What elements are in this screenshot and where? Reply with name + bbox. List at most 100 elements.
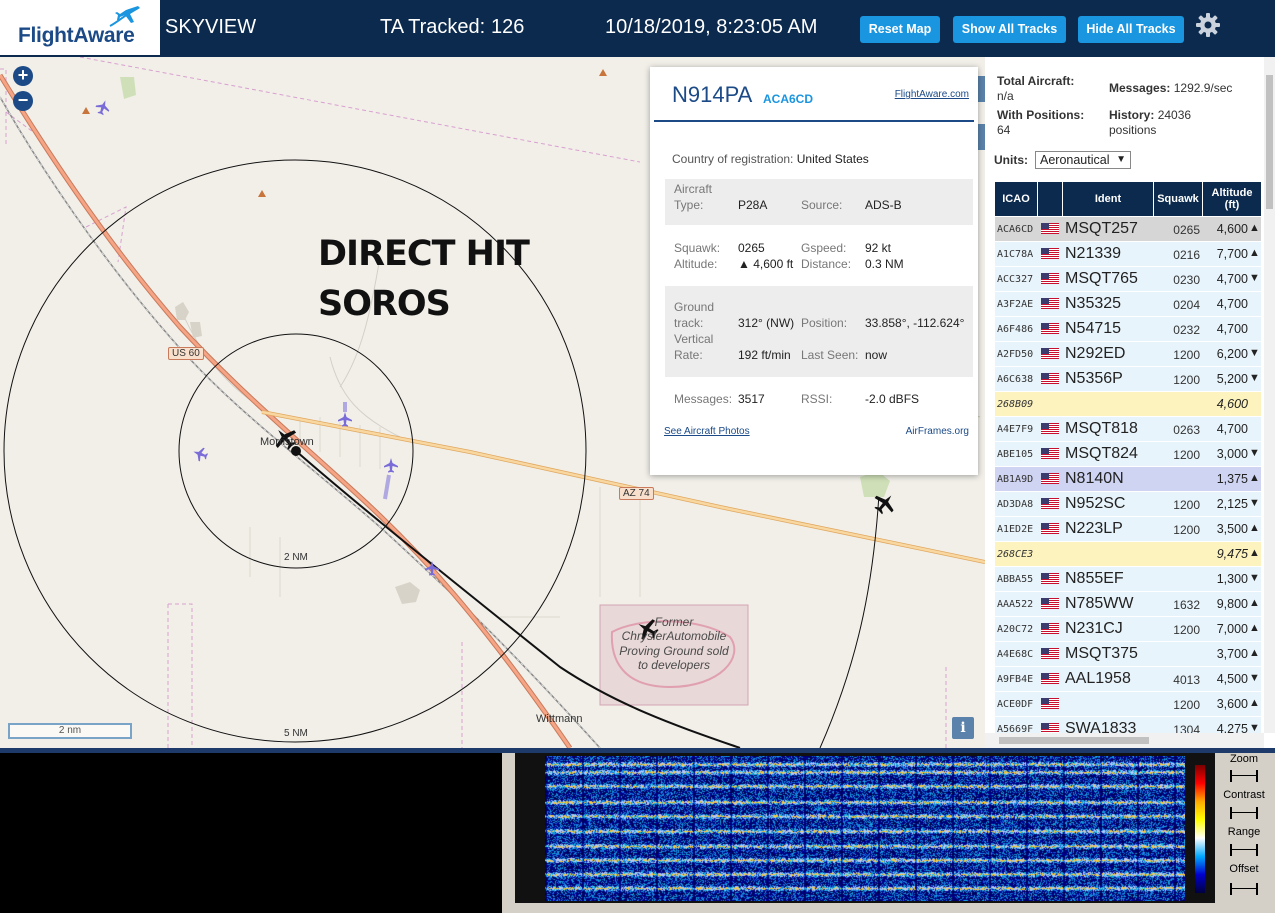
total-aircraft-stat: Total Aircraft: n/a bbox=[997, 74, 1074, 104]
col-ident[interactable]: Ident bbox=[1063, 182, 1153, 216]
zoom-in-button[interactable]: + bbox=[13, 66, 33, 86]
zoom-slider[interactable] bbox=[1230, 770, 1258, 782]
table-row[interactable]: A20C72 N231CJ 1200 7,000 ▲ bbox=[995, 617, 1261, 642]
col-flag[interactable] bbox=[1038, 182, 1062, 216]
waterfall-display[interactable] bbox=[545, 756, 1185, 901]
source-label: Source: bbox=[801, 198, 843, 212]
table-row[interactable]: ACE0DF 1200 3,600 ▲ bbox=[995, 692, 1261, 717]
vertical-rate-label: Vertical Rate: bbox=[674, 332, 714, 362]
vertical-scrollbar[interactable] bbox=[1264, 57, 1275, 733]
table-row[interactable]: A2FD50 N292ED 1200 6,200 ▼ bbox=[995, 342, 1261, 367]
horizontal-scrollbar[interactable] bbox=[985, 733, 1264, 748]
gear-icon[interactable] bbox=[1195, 12, 1221, 38]
row-icao: A6F486 bbox=[997, 324, 1034, 335]
table-row[interactable]: ACA6CD MSQT257 0265 4,600 ▲ bbox=[995, 217, 1261, 242]
reset-map-button[interactable]: Reset Map bbox=[860, 16, 940, 43]
row-icao: A6C638 bbox=[997, 374, 1034, 385]
scrollbar-thumb[interactable] bbox=[1266, 75, 1273, 209]
dropdown-arrow-icon: ▼ bbox=[1116, 154, 1126, 165]
col-squawk[interactable]: Squawk bbox=[1154, 182, 1202, 216]
row-icao: A4E7F9 bbox=[997, 424, 1034, 435]
country-value: United States bbox=[796, 152, 869, 166]
messages-label: Messages: bbox=[674, 392, 733, 406]
units-select[interactable]: Aeronautical ▼ bbox=[1035, 151, 1131, 169]
collapse-handle[interactable] bbox=[978, 76, 985, 102]
collapse-handle[interactable] bbox=[978, 124, 985, 150]
col-icao[interactable]: ICAO bbox=[995, 182, 1037, 216]
zoom-out-button[interactable]: − bbox=[13, 91, 33, 111]
table-row[interactable]: A3F2AE N35325 0204 4,700 bbox=[995, 292, 1261, 317]
offset-slider[interactable] bbox=[1230, 883, 1258, 895]
us-flag-icon bbox=[1041, 498, 1059, 509]
current-datetime: 10/18/2019, 8:23:05 AM bbox=[605, 16, 818, 38]
altitude-trend-icon: ▼ bbox=[1249, 347, 1260, 359]
table-row[interactable]: AB1A9D N8140N 1,375 ▲ bbox=[995, 467, 1261, 492]
altitude-trend-icon: ▼ bbox=[1249, 572, 1260, 584]
row-squawk: 1200 bbox=[1173, 523, 1200, 537]
row-icao: ACA6CD bbox=[997, 224, 1034, 235]
table-row[interactable]: A6F486 N54715 0232 4,700 bbox=[995, 317, 1261, 342]
messages-block: Messages: 3517 RSSI: -2.0 dBFS bbox=[665, 387, 973, 411]
row-icao: AAA522 bbox=[997, 599, 1034, 610]
us-flag-icon bbox=[1041, 223, 1059, 234]
last-seen-value: now bbox=[865, 348, 888, 362]
row-altitude: 3,000 bbox=[1216, 447, 1248, 461]
row-icao: A1C78A bbox=[997, 249, 1034, 260]
table-row[interactable]: 268CE3 9,475 ▲ bbox=[995, 542, 1261, 567]
table-row[interactable]: AAA522 N785WW 1632 9,800 ▲ bbox=[995, 592, 1261, 617]
row-icao: A9FB4E bbox=[997, 674, 1034, 685]
position-value: 33.858°, -112.624° bbox=[865, 316, 965, 330]
with-positions-stat: With Positions: 64 bbox=[997, 108, 1084, 138]
flightaware-link[interactable]: FlightAware.com bbox=[895, 89, 969, 100]
offset-label: Offset bbox=[1229, 863, 1259, 875]
us-flag-icon bbox=[1041, 698, 1059, 709]
waterfall-area bbox=[515, 753, 1215, 903]
row-ident: N785WW bbox=[1065, 595, 1134, 612]
airframes-link[interactable]: AirFrames.org bbox=[906, 426, 969, 437]
row-altitude: 4,700 bbox=[1216, 272, 1248, 286]
source-value: ADS-B bbox=[865, 198, 902, 212]
table-row[interactable]: A6C638 N5356P 1200 5,200 ▼ bbox=[995, 367, 1261, 392]
table-row[interactable]: 268B09 4,600 bbox=[995, 392, 1261, 417]
hide-all-tracks-button[interactable]: Hide All Tracks bbox=[1078, 16, 1184, 43]
row-squawk: 1200 bbox=[1173, 623, 1200, 637]
table-row[interactable]: A4E7F9 MSQT818 0263 4,700 bbox=[995, 417, 1261, 442]
logo-text: FlightAware bbox=[18, 24, 135, 47]
total-aircraft-label: Total Aircraft: bbox=[997, 74, 1075, 88]
table-row[interactable]: ABE105 MSQT824 1200 3,000 ▼ bbox=[995, 442, 1261, 467]
row-ident: N8140N bbox=[1065, 470, 1124, 487]
altitude-value: ▲ 4,600 ft bbox=[738, 257, 794, 271]
table-row[interactable]: AD3DA8 N952SC 1200 2,125 ▼ bbox=[995, 492, 1261, 517]
row-altitude: 6,200 bbox=[1216, 347, 1248, 361]
aircraft-photos-link[interactable]: See Aircraft Photos bbox=[664, 426, 750, 437]
table-row[interactable]: A5669F SWA1833 1304 4,275 ▼ bbox=[995, 717, 1261, 733]
contrast-slider[interactable] bbox=[1230, 807, 1258, 819]
col-altitude[interactable]: Altitude (ft) bbox=[1203, 182, 1261, 216]
range-slider[interactable] bbox=[1230, 844, 1258, 856]
scrollbar-thumb[interactable] bbox=[999, 737, 1149, 744]
peak-icon bbox=[82, 107, 90, 114]
messages-value: 3517 bbox=[738, 392, 765, 406]
table-row[interactable]: A4E68C MSQT375 3,700 ▲ bbox=[995, 642, 1261, 667]
color-scale-bar bbox=[1195, 765, 1205, 893]
flightaware-logo[interactable]: FlightAware bbox=[0, 0, 160, 57]
map-overlay-text: DIRECT HIT SOROS bbox=[318, 229, 530, 329]
row-altitude: 1,300 bbox=[1216, 572, 1248, 586]
us-flag-icon bbox=[1041, 473, 1059, 484]
info-button[interactable]: i bbox=[952, 717, 974, 739]
spectrum-panel: Zoom Contrast Range Offset bbox=[0, 753, 1275, 913]
table-row[interactable]: A9FB4E AAL1958 4013 4,500 ▼ bbox=[995, 667, 1261, 692]
row-ident: N35325 bbox=[1065, 295, 1122, 312]
table-row[interactable]: A1ED2E N223LP 1200 3,500 ▲ bbox=[995, 517, 1261, 542]
row-squawk: 0263 bbox=[1173, 423, 1200, 437]
table-row[interactable]: A1C78A N21339 0216 7,700 ▲ bbox=[995, 242, 1261, 267]
show-all-tracks-button[interactable]: Show All Tracks bbox=[953, 16, 1066, 43]
row-squawk: 1632 bbox=[1173, 598, 1200, 612]
squawk-value: 0265 bbox=[738, 241, 765, 255]
town-label: Morristown bbox=[260, 436, 314, 448]
overlay-line-2: SOROS bbox=[318, 284, 451, 324]
row-altitude: 4,275 bbox=[1216, 722, 1248, 733]
table-row[interactable]: ACC327 MSQT765 0230 4,700 ▼ bbox=[995, 267, 1261, 292]
table-row[interactable]: ABBA55 N855EF 1,300 ▼ bbox=[995, 567, 1261, 592]
row-icao: A1ED2E bbox=[997, 524, 1034, 535]
